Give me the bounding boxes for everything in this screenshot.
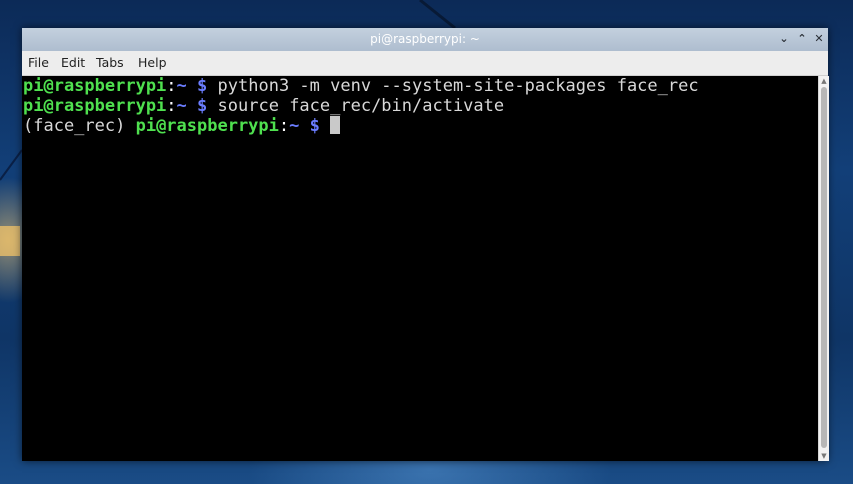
window-title: pi@raspberrypi: ~ [370, 32, 480, 46]
prompt-colon: : [166, 96, 177, 116]
scroll-down-arrow-icon[interactable]: ▼ [820, 452, 828, 460]
command-text: source face_rec/bin/activate [217, 96, 505, 116]
prompt-symbol: $ [197, 76, 208, 96]
terminal-window: pi@raspberrypi: ~ ⌄ ⌃ ✕ File Edit Tabs H… [22, 28, 829, 461]
menu-help[interactable]: Help [138, 51, 167, 75]
title-bar[interactable]: pi@raspberrypi: ~ ⌄ ⌃ ✕ [22, 28, 828, 51]
text-cursor [330, 116, 341, 134]
chevron-up-icon[interactable]: ⌃ [794, 31, 810, 47]
terminal-line: (face_rec) pi@raspberrypi:~ $ [23, 116, 341, 136]
prompt-user-host: pi@raspberrypi [135, 116, 279, 136]
prompt-colon: : [166, 76, 177, 96]
prompt-path: ~ [176, 76, 187, 96]
venv-label: (face_rec) [23, 116, 136, 136]
scroll-up-arrow-icon[interactable]: ▲ [820, 77, 828, 85]
command-text: python3 -m venv --system-site-packages f… [217, 76, 699, 96]
close-icon[interactable]: ✕ [811, 31, 827, 47]
scrollbar-thumb[interactable] [821, 87, 827, 448]
menu-file[interactable]: File [28, 51, 49, 75]
terminal-line: pi@raspberrypi:~ $ python3 -m venv --sys… [23, 76, 699, 96]
terminal-line: pi@raspberrypi:~ $ source face_rec/bin/a… [23, 96, 504, 116]
prompt-symbol: $ [309, 116, 320, 136]
prompt-path: ~ [176, 96, 187, 116]
prompt-colon: : [278, 116, 290, 136]
menu-tabs[interactable]: Tabs [96, 51, 124, 75]
prompt-user-host: pi@raspberrypi [23, 96, 167, 116]
menu-edit[interactable]: Edit [61, 51, 85, 75]
prompt-path: ~ [289, 116, 300, 136]
prompt-symbol: $ [197, 96, 208, 116]
prompt-user-host: pi@raspberrypi [23, 76, 167, 96]
terminal-output[interactable]: pi@raspberrypi:~ $ python3 -m venv --sys… [22, 76, 818, 461]
menu-bar: File Edit Tabs Help [22, 51, 828, 76]
chevron-down-icon[interactable]: ⌄ [776, 31, 792, 47]
vertical-scrollbar[interactable]: ▲ ▼ [818, 76, 829, 461]
